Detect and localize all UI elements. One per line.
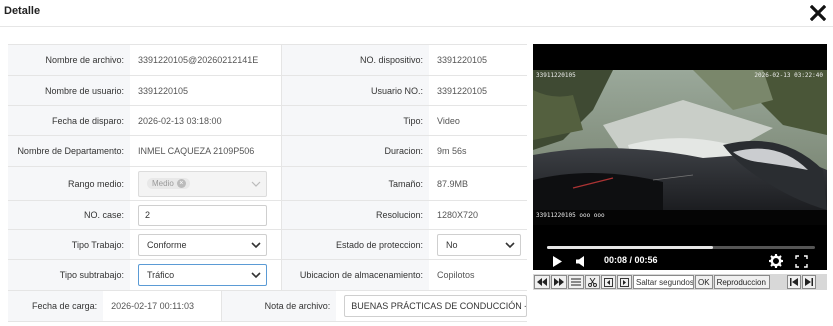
work-type-select[interactable]: Conforme	[138, 233, 267, 256]
sub-work-type-selected: Tráfico	[147, 270, 175, 280]
chevron-down-icon	[505, 241, 515, 248]
video-player[interactable]: 33911220105 2026-02-13 03:22:40 33911220…	[533, 44, 827, 270]
video-progress-bar[interactable]	[547, 246, 815, 249]
file-note-input[interactable]: BUENAS PRÁCTICAS DE CONDUCCIÓN - diego o…	[344, 295, 528, 317]
skip-end-icon[interactable]	[801, 275, 816, 289]
video-frame[interactable]: 33911220105 2026-02-13 03:22:40 33911220…	[533, 70, 827, 225]
user-name-value: 3391220105	[130, 76, 281, 105]
duration-value: 9m 56s	[429, 136, 527, 166]
case-no-input[interactable]: 2	[138, 204, 267, 226]
type-value: Video	[429, 106, 527, 135]
media-range-chip: Medio ×	[147, 178, 190, 189]
video-time-display: 00:08 / 00:56	[604, 255, 658, 265]
list-icon[interactable]	[568, 275, 584, 289]
prev-frame-icon[interactable]	[601, 275, 616, 289]
device-no-label: NO. dispositivo:	[281, 45, 429, 75]
case-no-cell: 2	[130, 201, 281, 229]
video-osd-bottom: 33911220105 ooo ooo	[536, 212, 605, 219]
type-label: Tipo:	[281, 106, 429, 135]
work-type-cell: Conforme	[130, 230, 281, 259]
file-name-label: Nombre de archivo:	[8, 45, 130, 75]
resolution-value: 1280X720	[429, 201, 527, 229]
department-value: INMEL CAQUEZA 2109P506	[130, 136, 281, 166]
trigger-date-label: Fecha de disparo:	[8, 106, 130, 135]
user-name-label: Nombre de usuario:	[8, 76, 130, 105]
case-no-label: NO. case:	[8, 201, 130, 229]
protection-state-select[interactable]: No	[437, 233, 521, 256]
fullscreen-icon[interactable]	[795, 254, 808, 268]
form-row: Fecha de carga: 2026-02-17 00:11:03 Nota…	[8, 291, 528, 322]
cut-icon[interactable]	[585, 275, 600, 289]
file-name-value: 3391220105@20260212141E	[130, 45, 281, 75]
skip-start-icon[interactable]	[786, 275, 801, 289]
next-frame-icon[interactable]	[617, 275, 632, 289]
user-no-label: Usuario NO.:	[281, 76, 429, 105]
settings-icon[interactable]	[769, 254, 783, 268]
resolution-label: Resolucion:	[281, 201, 429, 229]
detail-form: Nombre de archivo: 3391220105@2026021214…	[8, 44, 528, 322]
storage-location-value: Copilotos	[429, 260, 527, 290]
user-no-value: 3391220105	[429, 76, 527, 105]
file-note-cell: BUENAS PRÁCTICAS DE CONDUCCIÓN - diego o…	[336, 291, 528, 321]
work-type-selected: Conforme	[147, 239, 187, 250]
media-range-select[interactable]: Medio ×	[138, 170, 267, 197]
form-row: Nombre de archivo: 3391220105@2026021214…	[8, 45, 527, 76]
rewind-icon[interactable]	[534, 275, 550, 289]
chip-remove-icon: ×	[176, 179, 186, 188]
size-value: 87.9MB	[429, 167, 527, 200]
player-toolbar: Saltar segundos OK Reproduccion	[533, 274, 827, 290]
duration-label: Duracion:	[281, 136, 429, 166]
chevron-down-icon	[251, 181, 261, 187]
form-row: Fecha de disparo: 2026-02-13 03:18:00 Ti…	[8, 106, 527, 136]
file-note-label: Nota de archivo:	[220, 291, 337, 321]
trigger-date-value: 2026-02-13 03:18:00	[130, 106, 281, 135]
media-range-chip-label: Medio	[152, 179, 174, 188]
video-progress-fill	[547, 246, 714, 249]
work-type-label: Tipo Trabajo:	[8, 230, 130, 259]
form-row: Tipo Trabajo: Conforme Estado de protecc…	[8, 230, 527, 260]
sub-work-type-label: Tipo subtrabajo:	[8, 260, 130, 290]
device-no-value: 3391220105	[429, 45, 527, 75]
sub-work-type-cell: Tráfico	[130, 260, 281, 290]
chevron-down-icon	[251, 272, 261, 279]
seek-seconds-input[interactable]: Saltar segundos	[633, 275, 694, 289]
video-osd-right: 2026-02-13 03:22:40	[754, 72, 823, 79]
form-row: NO. case: 2 Resolucion: 1280X720	[8, 201, 527, 230]
play-icon[interactable]	[551, 254, 563, 268]
upload-date-label: Fecha de carga:	[8, 291, 104, 321]
form-row: Rango medio: Medio × Tamaño: 87.9MB	[8, 167, 527, 201]
ok-button[interactable]: OK	[695, 275, 713, 289]
dialog-title: Detalle	[4, 5, 41, 17]
protection-state-cell: No	[429, 230, 527, 259]
close-icon[interactable]	[810, 5, 826, 21]
fast-forward-icon[interactable]	[551, 275, 567, 289]
video-osd-left: 33911220105	[536, 72, 576, 79]
volume-icon[interactable]	[575, 254, 587, 268]
size-label: Tamaño:	[281, 167, 429, 200]
dialog-header: Detalle	[0, 0, 833, 27]
form-row: Tipo subtrabajo: Tráfico Ubicacion de al…	[8, 260, 527, 291]
upload-date-value: 2026-02-17 00:11:03	[103, 291, 221, 321]
form-row: Nombre de Departamento: INMEL CAQUEZA 21…	[8, 136, 527, 167]
form-row: Nombre de usuario: 3391220105 Usuario NO…	[8, 76, 527, 106]
chevron-down-icon	[251, 241, 261, 248]
media-range-label: Rango medio:	[8, 167, 130, 200]
department-label: Nombre de Departamento:	[8, 136, 130, 166]
media-range-cell: Medio ×	[130, 167, 281, 200]
protection-state-selected: No	[446, 239, 458, 250]
storage-location-label: Ubicacion de almacenamiento:	[281, 260, 429, 290]
sub-work-type-select[interactable]: Tráfico	[138, 264, 267, 286]
protection-state-label: Estado de proteccion:	[281, 230, 429, 259]
playback-button[interactable]: Reproduccion	[713, 275, 770, 289]
